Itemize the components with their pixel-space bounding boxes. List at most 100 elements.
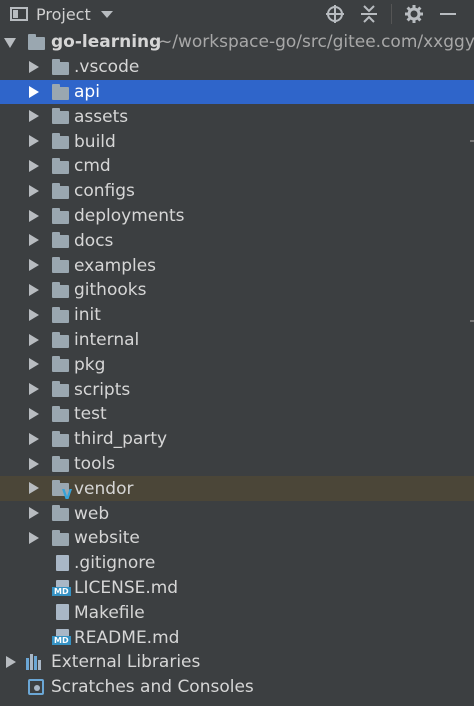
- collapse-all-icon[interactable]: [357, 2, 381, 26]
- tree-row-tools[interactable]: tools: [0, 452, 474, 477]
- header-toolbar: [313, 0, 474, 28]
- tree-row-githooks[interactable]: githooks: [0, 278, 474, 303]
- tree-row-label: githooks: [74, 280, 147, 301]
- tree-row-init[interactable]: init: [0, 303, 474, 328]
- folder-icon: [52, 331, 69, 348]
- vertical-scrollbar[interactable]: [466, 30, 474, 706]
- folder-icon: [52, 405, 69, 422]
- expand-arrow-icon[interactable]: [29, 209, 39, 222]
- tree-row-label: tools: [74, 453, 116, 474]
- folder-icon: [52, 58, 69, 75]
- tree-row-scratches[interactable]: Scratches and Consoles: [0, 675, 474, 700]
- folder-icon: [52, 133, 69, 150]
- expand-arrow-icon[interactable]: [29, 457, 39, 470]
- folder-icon: [52, 505, 69, 522]
- tree-row-build[interactable]: build: [0, 129, 474, 154]
- tree-row-label: cmd: [74, 156, 111, 177]
- tree-row-external-libraries[interactable]: External Libraries: [0, 650, 474, 675]
- minimize-icon[interactable]: [436, 2, 460, 26]
- folder-icon: [52, 529, 69, 546]
- library-icon: [26, 653, 44, 670]
- root-folder-name: go-learning: [51, 32, 162, 53]
- tree-row-label: Scratches and Consoles: [51, 677, 254, 698]
- expand-arrow-icon[interactable]: [29, 432, 39, 445]
- tree-row-internal[interactable]: internal: [0, 328, 474, 353]
- tree-row-scripts[interactable]: scripts: [0, 377, 474, 402]
- expand-arrow-icon[interactable]: [29, 234, 39, 247]
- expand-arrow-icon[interactable]: [29, 85, 39, 98]
- scroll-marker: [470, 140, 474, 142]
- folder-icon: [52, 381, 69, 398]
- tree-row-website[interactable]: website: [0, 526, 474, 551]
- tree-row-label: docs: [74, 230, 114, 251]
- expand-arrow-icon[interactable]: [29, 135, 39, 148]
- expand-arrow-icon[interactable]: [29, 184, 39, 197]
- expand-arrow-icon[interactable]: [29, 259, 39, 272]
- expand-arrow-icon[interactable]: [29, 308, 39, 321]
- folder-icon: [52, 306, 69, 323]
- tree-row-third-party[interactable]: third_party: [0, 427, 474, 452]
- folder-icon: [52, 430, 69, 447]
- tree-row-configs[interactable]: configs: [0, 179, 474, 204]
- tree-row-label: internal: [74, 329, 140, 350]
- tree-row-docs[interactable]: docs: [0, 228, 474, 253]
- tree-row-label: web: [74, 503, 110, 524]
- folder-icon: [52, 232, 69, 249]
- tree-root-row[interactable]: go-learning ~/workspace-go/src/gitee.com…: [0, 30, 474, 55]
- expand-arrow-icon[interactable]: [29, 110, 39, 123]
- file-icon: [56, 604, 69, 621]
- tree-row-label: website: [74, 528, 140, 549]
- tree-row-makefile[interactable]: Makefile: [0, 600, 474, 625]
- tree-row-assets[interactable]: assets: [0, 104, 474, 129]
- expand-arrow-icon[interactable]: [29, 283, 39, 296]
- markdown-file-icon: [52, 629, 71, 646]
- tree-row-label: .gitignore: [74, 553, 156, 574]
- tree-row-api[interactable]: api: [0, 79, 474, 105]
- expand-arrow-icon[interactable]: [4, 38, 16, 48]
- tree-row-readme-md[interactable]: README.md: [0, 625, 474, 650]
- tree-row-license-md[interactable]: LICENSE.md: [0, 576, 474, 601]
- folder-icon: [28, 34, 45, 50]
- tree-row-label: External Libraries: [51, 652, 201, 673]
- folder-icon: [52, 108, 69, 125]
- expand-arrow-icon[interactable]: [6, 655, 16, 668]
- project-view-selector[interactable]: Project: [10, 0, 113, 28]
- tree-row-label: Makefile: [74, 602, 145, 623]
- gear-icon[interactable]: [402, 2, 426, 26]
- folder-icon: [52, 83, 69, 100]
- panel-title: Project: [36, 4, 91, 24]
- tree-row-label: init: [74, 305, 101, 326]
- expand-arrow-icon[interactable]: [29, 507, 39, 520]
- tree-row-label: examples: [74, 255, 157, 276]
- tree-row-test[interactable]: test: [0, 402, 474, 427]
- tree-row-vendor[interactable]: Vvendor: [0, 476, 474, 503]
- tree-row-label: vendor: [74, 478, 134, 499]
- tree-row-label: pkg: [74, 354, 106, 375]
- folder-icon: [52, 281, 69, 298]
- expand-arrow-icon[interactable]: [29, 482, 39, 495]
- tree-row-label: configs: [74, 181, 135, 202]
- expand-arrow-icon[interactable]: [29, 407, 39, 420]
- tree-row-vscode[interactable]: .vscode: [0, 55, 474, 80]
- expand-arrow-icon[interactable]: [29, 159, 39, 172]
- expand-arrow-icon[interactable]: [29, 383, 39, 396]
- tree-row-pkg[interactable]: pkg: [0, 352, 474, 377]
- root-folder-path: ~/workspace-go/src/gitee.com/xxggy/: [158, 32, 474, 53]
- expand-arrow-icon[interactable]: [29, 358, 39, 371]
- expand-arrow-icon[interactable]: [29, 333, 39, 346]
- tree-row-deployments[interactable]: deployments: [0, 204, 474, 229]
- tree-row-label: build: [74, 131, 116, 152]
- tree-row-gitignore[interactable]: .gitignore: [0, 551, 474, 576]
- tree-row-label: LICENSE.md: [74, 577, 179, 598]
- folder-icon: [52, 182, 69, 199]
- expand-arrow-icon[interactable]: [29, 531, 39, 544]
- tree-row-cmd[interactable]: cmd: [0, 154, 474, 179]
- panel-header: Project: [0, 0, 474, 28]
- tree-row-label: test: [74, 404, 107, 425]
- tree-row-examples[interactable]: examples: [0, 253, 474, 278]
- tree-row-label: third_party: [74, 429, 168, 450]
- locate-icon[interactable]: [323, 2, 347, 26]
- tree-row-web[interactable]: web: [0, 501, 474, 526]
- expand-arrow-icon[interactable]: [29, 60, 39, 73]
- tree-items: .vscode api assets build cmd configs deploymen…: [0, 55, 474, 650]
